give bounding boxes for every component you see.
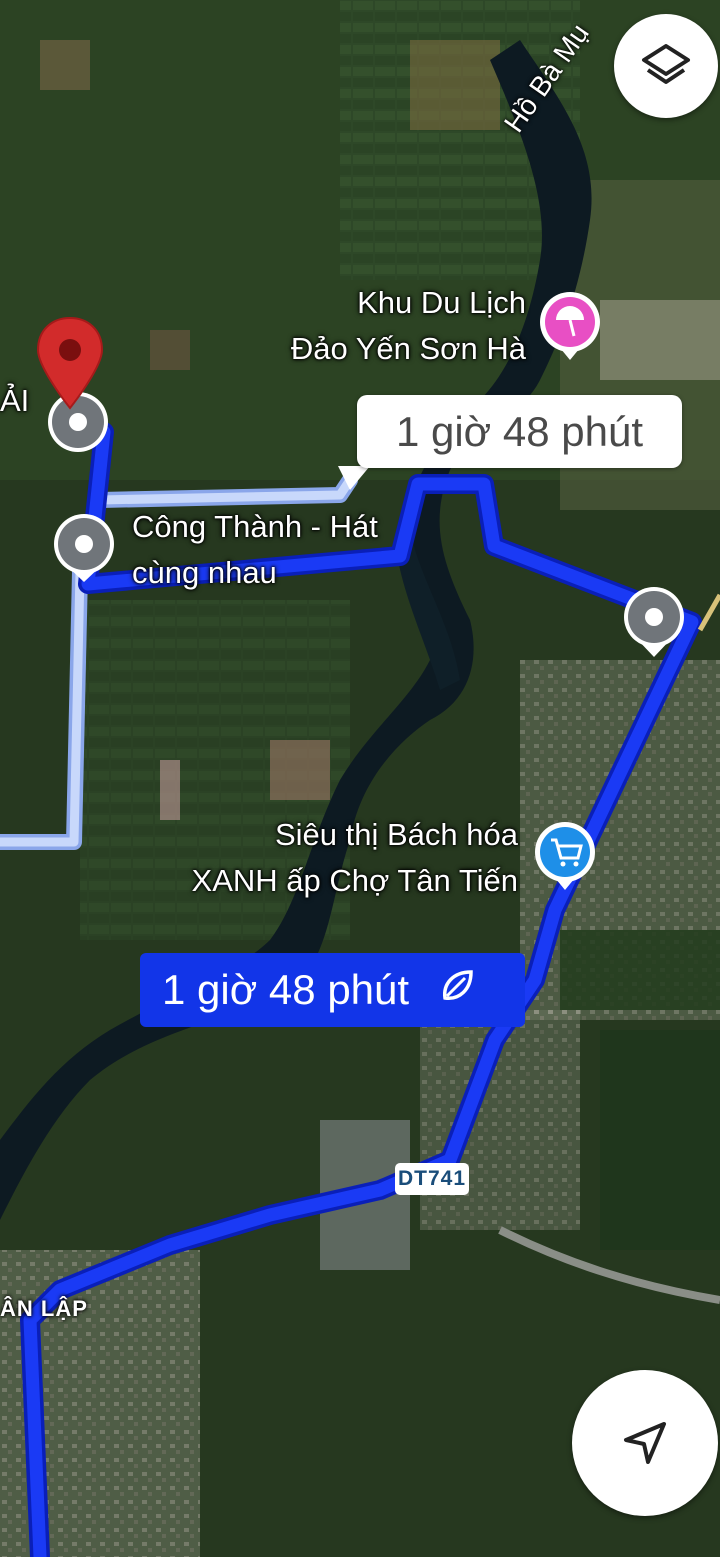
- leaf-icon: [439, 953, 475, 1027]
- main-route-duration-bubble[interactable]: 1 giờ 48 phút: [140, 953, 525, 1027]
- navigation-arrow-icon: [624, 1422, 666, 1464]
- karaoke-label[interactable]: Công Thành - Hát cùng nhau: [132, 504, 378, 596]
- main-route-duration: 1 giờ 48 phút: [162, 966, 410, 1013]
- alternate-route-duration-bubble[interactable]: 1 giờ 48 phút: [357, 395, 682, 468]
- satellite-map[interactable]: [0, 0, 720, 1557]
- store-label[interactable]: Siêu thị Bách hóa XANH ấp Chợ Tân Tiến: [120, 812, 518, 904]
- resort-label[interactable]: Khu Du Lịch Đảo Yến Sơn Hà: [250, 280, 526, 372]
- road-number-badge: DT741: [395, 1163, 469, 1195]
- karaoke-label-line2: cùng nhau: [132, 555, 277, 590]
- cut-off-place-label: ẢI: [0, 383, 30, 418]
- resort-label-line1: Khu Du Lịch: [357, 285, 526, 320]
- start-waypoint-marker[interactable]: [48, 392, 108, 452]
- my-location-button[interactable]: [572, 1370, 718, 1516]
- karaoke-label-line1: Công Thành - Hát: [132, 509, 378, 544]
- store-label-line1: Siêu thị Bách hóa: [274, 817, 518, 852]
- resort-label-line2: Đảo Yến Sơn Hà: [290, 331, 526, 366]
- layers-button[interactable]: [614, 14, 718, 118]
- store-label-line2: XANH ấp Chợ Tân Tiến: [191, 863, 518, 898]
- layers-icon: [642, 44, 690, 84]
- area-label-bottom-left: ÂN LẬP: [0, 1296, 88, 1321]
- alternate-route-duration: 1 giờ 48 phút: [395, 408, 644, 455]
